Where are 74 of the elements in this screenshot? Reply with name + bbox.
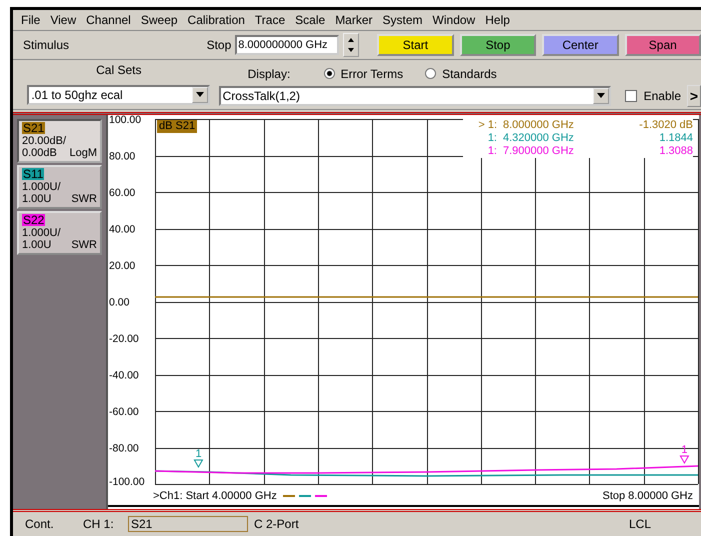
stop-field[interactable]: 8.000000000 GHz <box>235 34 340 55</box>
display-label: Display: <box>248 66 292 81</box>
y-axis-label: -60.00 <box>109 406 139 418</box>
menu-item[interactable]: System <box>378 12 429 27</box>
more-button[interactable]: > <box>687 84 701 107</box>
radio-option[interactable]: Standards <box>425 66 497 81</box>
stimulus-label: Stimulus <box>23 38 70 52</box>
radio-option[interactable]: Error Terms <box>324 66 404 81</box>
y-axis-label: -80.00 <box>109 442 139 454</box>
trace-scale: 20.00dB/ <box>22 134 68 147</box>
y-axis-label: 60.00 <box>109 186 136 199</box>
y-axis-label: 0.00 <box>109 296 130 308</box>
marker-response: 1.3088 <box>613 144 693 158</box>
enable-checkbox[interactable] <box>624 90 637 102</box>
stimulus-button[interactable]: Stop <box>460 34 536 56</box>
marker-response: -1.3020 dB <box>613 118 693 132</box>
marker-icon <box>680 455 690 464</box>
trace-card[interactable]: S11 1.000U/ 1.00U SWR <box>17 164 102 209</box>
marker-stimulus: 8.000000 GHz <box>503 118 613 132</box>
trace-reference: 1.00U <box>22 238 52 251</box>
trace-format: LogM <box>69 146 97 159</box>
remote-status: LCL <box>628 517 651 532</box>
stop-frequency: Stop 8.00000 GHz <box>602 490 693 502</box>
marker-icon <box>194 459 204 468</box>
cal-sets-label: Cal Sets <box>96 62 142 79</box>
menu-item[interactable]: File <box>17 12 46 27</box>
cal-status: C 2-Port <box>254 517 299 532</box>
stimulus-button[interactable]: Span <box>624 34 701 56</box>
marker-stimulus: 7.900000 GHz <box>503 144 613 158</box>
display-dropdown[interactable]: CrossTalk(1,2) <box>218 86 611 106</box>
stop-label: Stop <box>206 38 232 52</box>
trace-format: SWR <box>71 238 97 251</box>
channel-label: CH 1: <box>83 517 115 532</box>
active-trace: S21 <box>128 516 248 532</box>
trace-name: S21 <box>22 122 46 134</box>
marker-number: 1: <box>463 144 503 158</box>
menu-item[interactable]: Marker <box>331 12 379 27</box>
sweep-mode: Cont. <box>25 517 55 532</box>
y-axis-label: 100.00 <box>109 114 142 126</box>
menu-item[interactable]: Help <box>481 12 516 27</box>
trace-reference: 0.00dB <box>22 146 57 159</box>
cal-set-dropdown[interactable]: .01 to 50ghz ecal <box>27 84 210 105</box>
y-axis-label: -100.00 <box>109 476 145 487</box>
y-axis-label: 20.00 <box>109 260 136 272</box>
spinner-icon[interactable] <box>343 32 360 57</box>
trace-legend-icon <box>282 494 327 497</box>
menu-item[interactable]: Window <box>428 12 482 27</box>
trace-label: dB S21 <box>157 120 198 133</box>
menu-item[interactable]: Channel <box>82 12 137 27</box>
radio-icon[interactable] <box>425 68 436 80</box>
stimulus-button[interactable]: Start <box>377 34 454 56</box>
trace-name: S22 <box>22 214 46 226</box>
menu-item[interactable]: View <box>46 12 82 27</box>
trace-format: SWR <box>71 192 97 205</box>
trace-name: S11 <box>22 168 44 180</box>
y-axis-label: -40.00 <box>109 369 139 382</box>
start-frequency: >Ch1: Start 4.00000 GHz <box>153 490 277 502</box>
trace-scale: 1.000U/ <box>22 180 62 193</box>
marker-number: > 1: <box>463 118 503 132</box>
trace-scale: 1.000U/ <box>22 226 62 239</box>
menu-item[interactable]: Sweep <box>136 12 184 27</box>
y-axis-label: -20.00 <box>109 332 139 345</box>
menu-item[interactable]: Calibration <box>184 12 251 27</box>
menu-item[interactable]: Scale <box>291 12 332 27</box>
stimulus-button[interactable]: Center <box>542 34 619 56</box>
y-axis-label: 40.00 <box>109 223 136 236</box>
y-axis-label: 80.00 <box>109 150 136 162</box>
menu-item[interactable]: Trace <box>250 12 292 27</box>
trace-card[interactable]: S22 1.000U/ 1.00U SWR <box>17 210 102 255</box>
trace-card[interactable]: S21 20.00dB/ 0.00dB LogM <box>17 118 102 163</box>
marker-label: 1 <box>195 448 202 460</box>
radio-icon[interactable] <box>324 68 335 80</box>
trace-reference: 1.00U <box>22 192 52 205</box>
enable-label: Enable <box>644 88 681 103</box>
